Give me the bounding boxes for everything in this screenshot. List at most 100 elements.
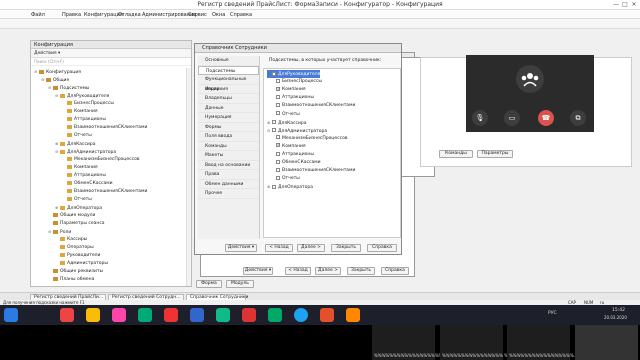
menu-file[interactable]: Файл [31,12,45,18]
menu-windows[interactable]: Окна [212,12,225,18]
start-icon[interactable] [4,308,18,322]
app-icon[interactable] [242,308,256,322]
app-icon[interactable] [346,308,360,322]
dialog-nav-item[interactable]: Данные [198,104,259,113]
subsystem-item[interactable]: ⊕ ДляКассира [267,119,307,127]
parameters-tab[interactable]: Параметры [477,150,513,158]
configuration-tree-item[interactable]: Планы обмена [48,276,94,284]
subsystem-checkbox[interactable] [276,102,280,107]
menu-edit[interactable]: Правка [62,12,81,18]
configuration-tree-item[interactable]: Параметры сеанса [48,220,105,228]
subsystem-checkbox[interactable] [276,167,280,172]
configuration-tree-item[interactable]: ⊖ Общие [41,76,69,84]
configuration-tree-item[interactable]: Аттракционы [62,116,106,124]
dialog-nav-item[interactable]: Команды [198,142,259,151]
subsystem-checkbox[interactable] [276,175,280,180]
app-icon[interactable] [112,308,126,322]
configuration-tree-item[interactable]: ⊕ ДляКассира [55,140,96,148]
configuration-tree-item[interactable]: ВзаимоотношенияСКлиентами [62,188,147,196]
configuration-tree-item[interactable]: ОбменСКассами [62,180,113,188]
subsystem-checkbox[interactable] [276,135,280,140]
close-button[interactable]: Закрыть [331,244,361,252]
subsystem-item[interactable]: МеханизмБизнесПроцессов [276,135,348,143]
mic-icon[interactable]: 🎙 [472,110,488,126]
skype-icon[interactable] [294,308,308,322]
configuration-tree-item[interactable]: ⊕ ДляОператора [55,204,102,212]
dialog-nav-item[interactable]: Ввод на основании [198,161,259,170]
dialog-nav-item[interactable]: Функциональные опции [198,75,259,92]
subsystem-item[interactable]: ВзаимоотношенияСКлиентами [276,102,355,110]
configuration-tree-item[interactable]: ВзаимоотношенияСКлиентами [62,124,147,132]
subsystem-item[interactable]: Аттракционы [276,94,314,102]
participant-thumb[interactable]: %%%%%%%%%%%%%%%% %%... [440,325,516,360]
configuration-tree-item[interactable]: ⊖ ДляАдминистратора [55,148,116,156]
dialog-nav-item[interactable]: Поля ввода [198,132,259,142]
subsystem-checkbox[interactable] [276,94,280,99]
subsystem-item[interactable]: ⊖ ДляАдминистратора [267,127,327,135]
configuration-tree-item[interactable]: Компания [62,108,98,116]
back-next-button[interactable]: Далее > [315,267,341,275]
app-icon[interactable] [138,308,152,322]
subsystem-item[interactable]: ✓ Компания [276,143,306,151]
actions-button[interactable]: Действия ▾ [225,244,257,252]
dialog-nav-item[interactable]: Макеты [198,151,259,161]
dialog-nav-item[interactable]: Иерархия [198,85,259,94]
prev-button[interactable]: < Назад [265,244,293,252]
dialog-nav-item[interactable]: Подсистемы [198,65,259,75]
configuration-tree-item[interactable]: ⊖ ДляРуководителя [55,92,109,100]
back-close-button[interactable]: Закрыть [347,267,375,275]
configuration-scrollbar[interactable] [186,68,191,286]
module-tab[interactable]: Модуль [226,280,254,288]
app-icon[interactable] [216,308,230,322]
back-help-button[interactable]: Справка [381,267,409,275]
app-icon[interactable] [268,308,282,322]
configuration-tree-item[interactable]: Общие реквизиты [48,268,103,276]
subsystem-item[interactable]: ⊖ ДляРуководителя [267,70,321,78]
menu-debug[interactable]: Отладка [118,12,141,18]
dialog-nav-item[interactable]: Основные [198,56,259,66]
app-icon[interactable] [60,308,74,322]
help-button[interactable]: Справка [367,244,397,252]
subsystem-item[interactable]: Отчеты [276,175,300,183]
app-icon[interactable] [190,308,204,322]
configuration-search-input[interactable]: Поиск (Ctrl+F) [31,58,191,66]
app-icon[interactable] [86,308,100,322]
participant-thumb[interactable]: %%%%%%%%%%%%%%%%%% %... [372,325,451,360]
subsystem-checkbox[interactable]: ✓ [276,86,280,91]
subsystem-checkbox[interactable] [272,184,276,189]
configuration-tree-item[interactable]: ⊖ Конфигурация [34,68,81,76]
dialog-nav-item[interactable]: Нумерация [198,113,259,123]
configuration-tree-item[interactable]: Компания [62,164,98,172]
menu-help[interactable]: Справка [230,12,252,18]
configuration-tree-item[interactable]: Операторы [55,244,94,252]
configuration-tree-item[interactable]: ⊖ Роли [48,228,71,236]
dialog-nav-item[interactable]: Прочее [198,189,259,199]
hangup-icon[interactable]: ☎ [538,110,554,126]
subsystem-item[interactable]: ✓ Компания [276,86,306,94]
configuration-tree-item[interactable]: Отчеты [62,196,92,204]
subsystem-checkbox[interactable] [276,78,280,83]
menu-service[interactable]: Сервис [188,12,207,18]
subsystem-checkbox[interactable] [272,71,276,76]
dialog-nav-item[interactable]: Обмен данными [198,180,259,189]
back-actions-button[interactable]: Действия ▾ [243,267,273,275]
subsystem-item[interactable]: ВзаимоотношенияСКлиентами [276,167,355,175]
app-icon[interactable] [320,308,334,322]
dialog-nav-item[interactable]: Владельцы [198,94,259,104]
configuration-tree-item[interactable]: Кассиры [55,236,87,244]
configuration-tree-item[interactable]: МеханизмБизнесПроцессов [62,156,140,164]
subsystem-item[interactable]: Аттракционы [276,151,314,159]
commands-tab[interactable]: Команды [439,150,473,158]
configuration-tree-item[interactable]: Отчеты [62,132,92,140]
share-icon[interactable]: ⧉ [570,110,586,126]
dialog-nav-item[interactable]: Права [198,170,259,180]
configuration-tree-item[interactable]: Общие модули [48,212,95,220]
configuration-tree-item[interactable]: Руководители [55,252,100,260]
configuration-tree-item[interactable]: БизнесПроцессы [62,100,114,108]
form-tab[interactable]: Форма [196,280,222,288]
subsystem-checkbox[interactable]: ✓ [276,143,280,148]
back-prev-button[interactable]: < Назад [285,267,311,275]
participant-video[interactable] [575,325,638,360]
subsystem-item[interactable]: ОбменСКассами [276,159,321,167]
subsystem-checkbox[interactable] [272,128,276,133]
